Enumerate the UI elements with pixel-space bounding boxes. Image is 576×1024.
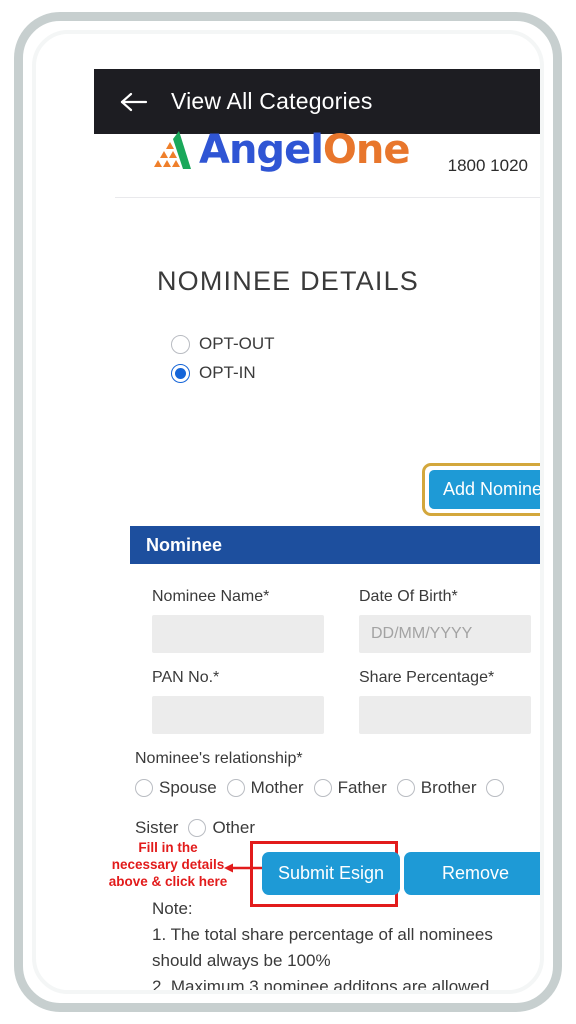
app-screen: View All Categories AngelOne 1800 1020 N… [56, 34, 540, 990]
opt-out-radio-icon[interactable] [171, 334, 190, 354]
add-nominee-highlight-box: Add Nominee [422, 463, 540, 516]
header-divider [115, 197, 540, 198]
share-percentage-input[interactable] [359, 696, 531, 734]
nominee-section-header: Nominee [130, 526, 540, 564]
share-percentage-field[interactable] [359, 696, 531, 734]
opt-out-label: OPT-OUT [199, 334, 275, 353]
relationship-option-mother[interactable]: Mother [226, 778, 304, 798]
device-frame: View All Categories AngelOne 1800 1020 N… [14, 12, 562, 1012]
opt-out-option[interactable]: OPT-OUT [171, 334, 275, 354]
sister-label: Sister [135, 818, 179, 837]
note-heading: Note: [152, 899, 193, 918]
date-of-birth-input[interactable] [359, 615, 531, 653]
logo-text-angel: Angel [199, 127, 324, 173]
opt-in-option[interactable]: OPT-IN [171, 363, 275, 383]
page-title: NOMINEE DETAILS [156, 266, 420, 296]
relationship-option-sister[interactable]: Sister [135, 818, 178, 838]
relationship-option-brother[interactable]: Brother [396, 778, 477, 798]
other-radio-icon[interactable] [188, 819, 207, 837]
brother-radio-icon[interactable] [396, 779, 415, 797]
spouse-radio-icon[interactable] [135, 779, 153, 797]
share-percentage-label: Share Percentage* [359, 669, 495, 686]
note-block: Note: 1. The total share percentage of a… [152, 896, 540, 994]
sister-radio-icon[interactable] [486, 779, 505, 797]
relationship-option-sister-radio[interactable] [486, 779, 505, 797]
father-label: Father [337, 778, 387, 797]
relationship-option-other[interactable]: Other [188, 818, 255, 838]
relationship-option-father[interactable]: Father [313, 778, 387, 798]
annotation-line-1: Fill in the [138, 840, 198, 855]
angelone-logo: AngelOne [149, 127, 411, 173]
brand-header: AngelOne 1800 1020 [94, 130, 540, 197]
add-nominee-button[interactable]: Add Nominee [429, 470, 540, 509]
opt-in-label: OPT-IN [199, 363, 256, 382]
logo-text-one: One [322, 127, 411, 173]
opt-radio-group: OPT-OUT OPT-IN [171, 334, 275, 392]
nominee-name-field[interactable] [152, 615, 324, 653]
pan-no-label: PAN No.* [152, 669, 220, 686]
nominee-name-input[interactable] [152, 615, 324, 653]
other-label: Other [212, 818, 255, 837]
date-of-birth-field[interactable] [359, 615, 531, 653]
relationship-radio-group-row2: Sister Other [135, 818, 265, 838]
note-item-1: 1. The total share percentage of all nom… [152, 925, 493, 970]
annotation-line-3: above & click here [108, 874, 228, 889]
angelone-mark-icon [149, 129, 195, 171]
mother-radio-icon[interactable] [226, 779, 245, 797]
opt-in-radio-icon[interactable] [171, 363, 190, 383]
mother-label: Mother [250, 778, 304, 797]
father-radio-icon[interactable] [313, 779, 332, 797]
angelone-wordmark: AngelOne [199, 127, 411, 173]
submit-esign-button[interactable]: Submit Esign [262, 852, 401, 895]
back-arrow-icon[interactable] [119, 90, 149, 114]
support-phone-number: 1800 1020 [447, 156, 528, 175]
note-item-2: 2. Maximum 3 nominee additons are allowe… [152, 977, 495, 994]
date-of-birth-label: Date Of Birth* [359, 588, 458, 605]
relationship-radio-group-row1: Spouse Mother Father Brother [135, 778, 514, 798]
nominee-name-label: Nominee Name* [152, 588, 270, 605]
device-inner-bezel: View All Categories AngelOne 1800 1020 N… [32, 30, 544, 994]
app-bar-title: View All Categories [171, 88, 373, 114]
relationship-label: Nominee's relationship* [135, 750, 303, 767]
spouse-label: Spouse [159, 778, 217, 797]
brother-label: Brother [420, 778, 477, 797]
pan-no-input[interactable] [152, 696, 324, 734]
remove-button[interactable]: Remove [404, 852, 540, 895]
pan-no-field[interactable] [152, 696, 324, 734]
relationship-option-spouse[interactable]: Spouse [135, 778, 217, 798]
app-bar: View All Categories [94, 69, 540, 134]
